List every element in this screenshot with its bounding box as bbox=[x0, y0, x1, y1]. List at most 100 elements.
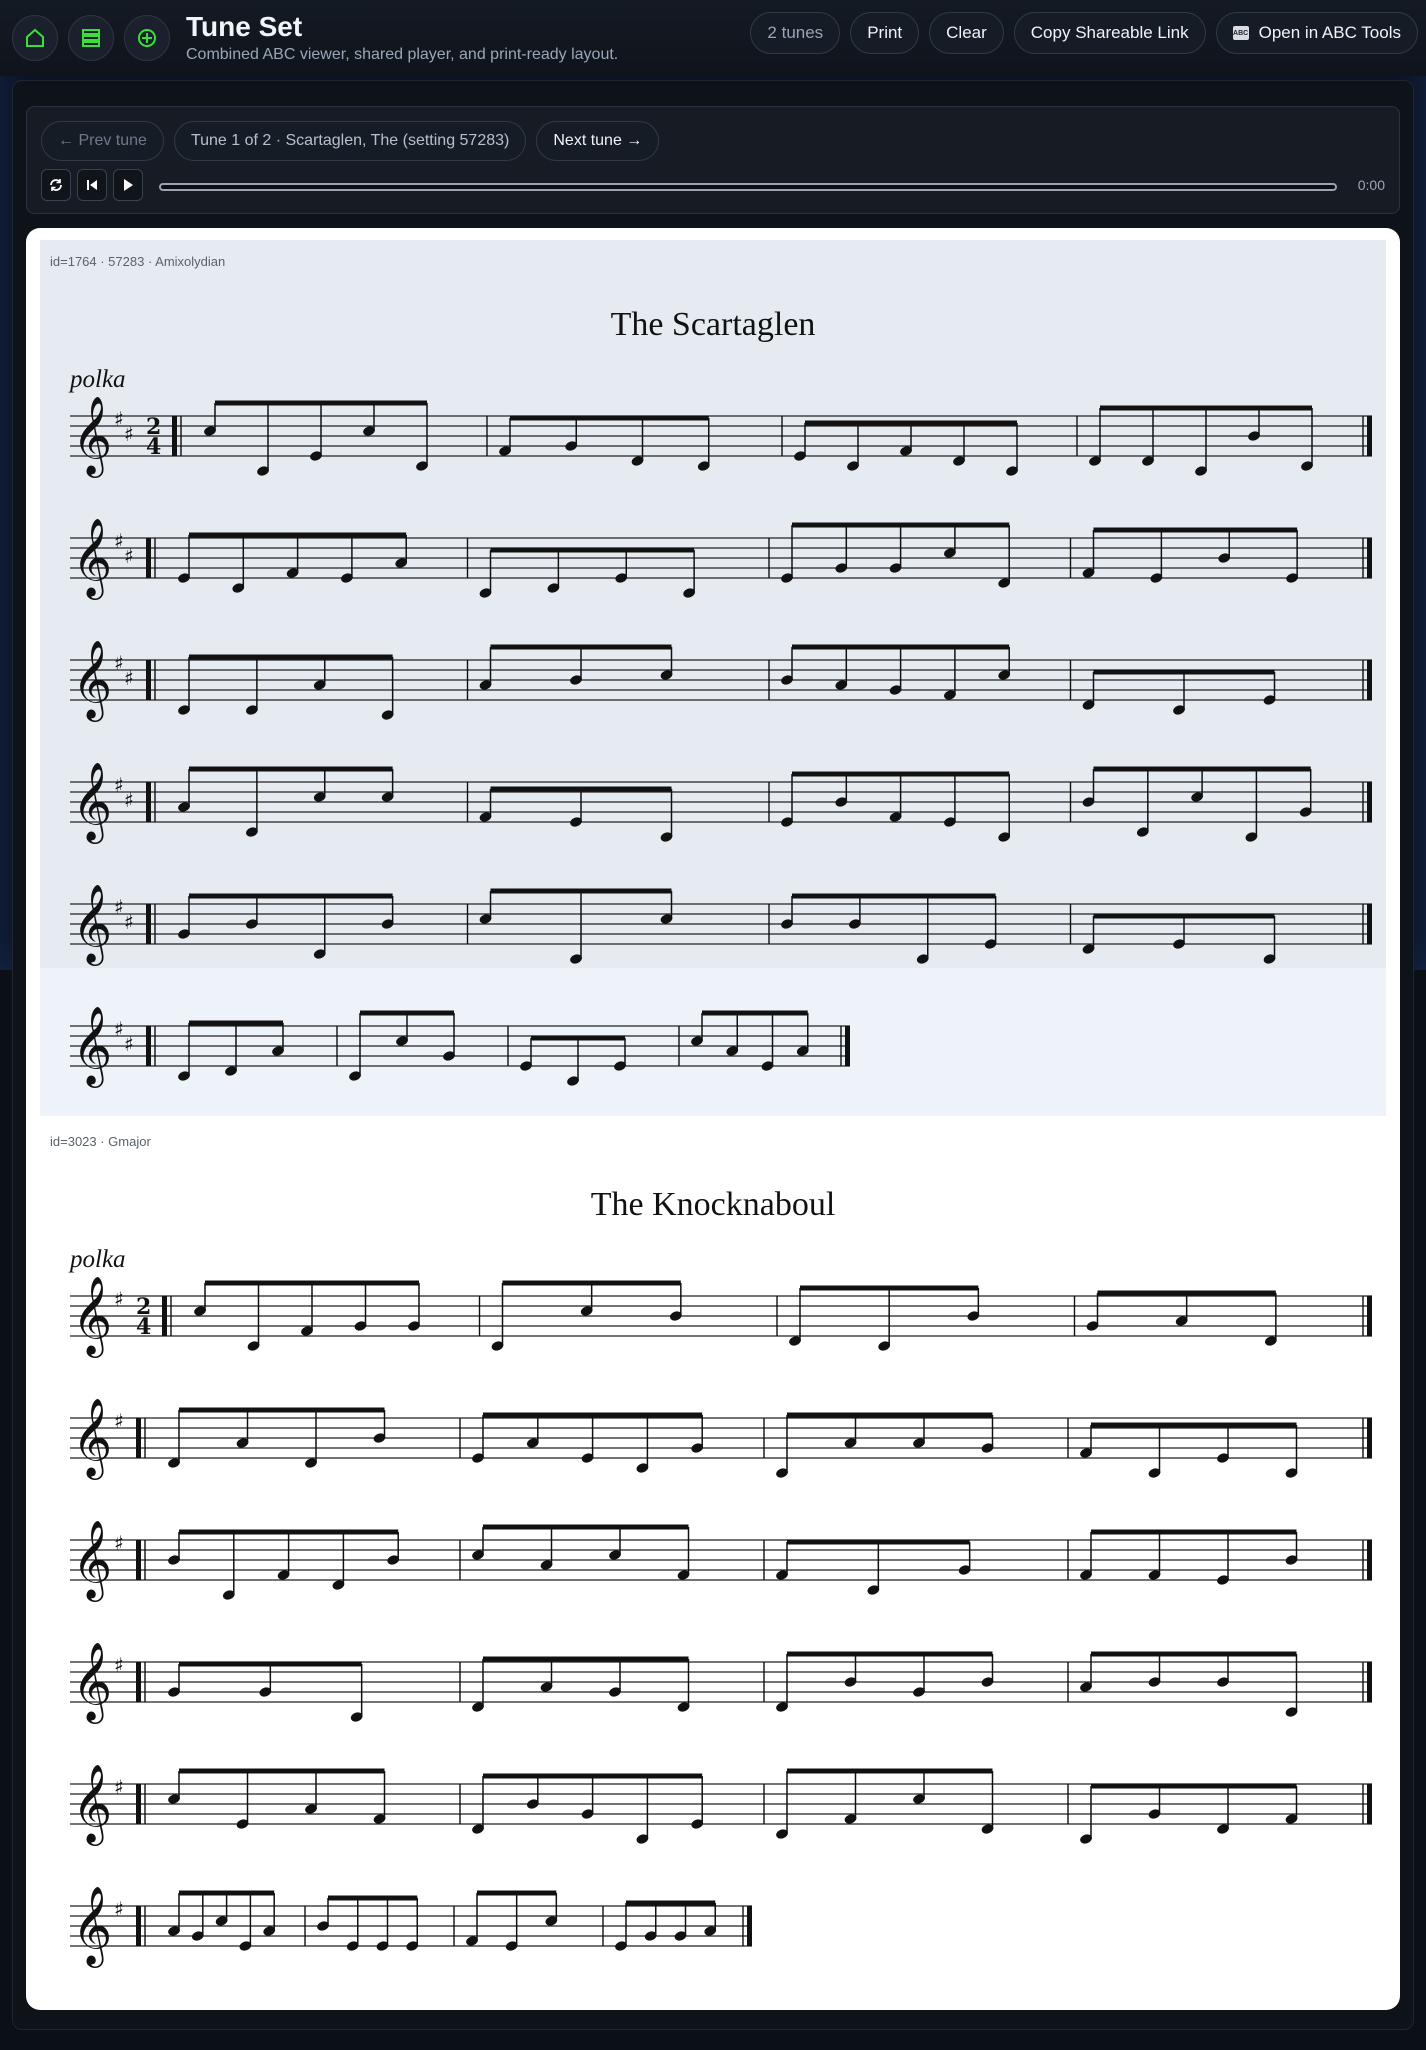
loop-icon bbox=[50, 179, 62, 191]
clear-button[interactable]: Clear bbox=[929, 12, 1004, 54]
treble-clef: 𝄞 bbox=[72, 640, 112, 722]
end-bar bbox=[1367, 782, 1372, 822]
key-sharp: ♯ bbox=[114, 1017, 124, 1041]
treble-clef: 𝄞 bbox=[72, 1006, 112, 1088]
staff-system: 𝄞 ♯♯ 24 bbox=[70, 396, 1372, 478]
app-subtitle: Combined ABC viewer, shared player, and … bbox=[186, 46, 619, 64]
treble-clef: 𝄞 bbox=[72, 518, 112, 600]
repeat-bar bbox=[136, 1662, 141, 1702]
tune-2-title: The Knocknaboul bbox=[590, 1186, 836, 1223]
treble-clef: 𝄞 bbox=[72, 1764, 112, 1846]
time-signature: 4 bbox=[146, 434, 161, 460]
key-sharp: ♯ bbox=[114, 1409, 124, 1433]
tune-2[interactable]: 𝄞 ♯ 2 4 𝄞 ♯ 𝄞 ♯ 𝄞 ♯ 𝄞 ♯ 𝄞 ♯ id=3023 · Gmajor The Knoc… bbox=[40, 1120, 1386, 1990]
staff-system: 𝄞 ♯ 24 bbox=[70, 1276, 1372, 1358]
end-bar bbox=[1367, 1540, 1372, 1580]
treble-clef: 𝄞 bbox=[72, 1276, 112, 1358]
abc-tools-icon: ABC bbox=[1232, 26, 1249, 40]
app-title: Tune Set bbox=[186, 10, 303, 42]
playback-progress-bar[interactable] bbox=[159, 183, 1337, 191]
prev-tune-button[interactable]: ← Prev tune bbox=[41, 121, 164, 161]
play-button[interactable] bbox=[113, 169, 143, 201]
print-button[interactable]: Print bbox=[850, 12, 920, 54]
repeat-bar bbox=[146, 538, 151, 578]
copy-link-button[interactable]: Copy Shareable Link bbox=[1013, 12, 1206, 54]
key-sharp: ♯ bbox=[114, 1897, 124, 1921]
staff-system: 𝄞 ♯♯ bbox=[70, 1006, 850, 1088]
repeat-bar bbox=[136, 1784, 141, 1824]
restart-button[interactable] bbox=[77, 169, 107, 201]
key-sharp: ♯ bbox=[124, 544, 134, 568]
end-bar bbox=[1367, 1418, 1372, 1458]
key-sharp: ♯ bbox=[114, 1653, 124, 1677]
title-block: Tune Set Combined ABC viewer, shared pla… bbox=[186, 10, 619, 65]
repeat-bar bbox=[136, 1906, 141, 1946]
tune-2-notation: 𝄞 ♯ 24𝄞 ♯𝄞 ♯𝄞 ♯𝄞 ♯𝄞 ♯ bbox=[70, 1276, 1372, 1968]
treble-clef: 𝄞 bbox=[72, 1642, 112, 1724]
repeat-bar bbox=[146, 904, 151, 944]
treble-clef: 𝄞 bbox=[72, 1398, 112, 1480]
player-controls bbox=[41, 169, 143, 201]
tune-1-meta: id=1764 · 57283 · Amixolydian bbox=[50, 254, 226, 269]
tune-2-tempo: polka bbox=[70, 1246, 126, 1273]
treble-clef: 𝄞 bbox=[72, 1886, 112, 1968]
key-sharp: ♯ bbox=[114, 773, 124, 797]
key-sharp: ♯ bbox=[124, 1032, 134, 1056]
repeat-bar bbox=[136, 1418, 141, 1458]
end-bar bbox=[1367, 416, 1372, 456]
key-sharp: ♯ bbox=[124, 422, 134, 446]
header-actions: 2 tunes Print Clear Copy Shareable Link … bbox=[750, 12, 1418, 54]
list-button[interactable] bbox=[68, 15, 114, 61]
treble-clef: 𝄞 bbox=[72, 884, 112, 966]
key-sharp: ♯ bbox=[114, 407, 124, 431]
staff-system: 𝄞 ♯♯ bbox=[70, 640, 1372, 722]
staff-system: 𝄞 ♯♯ bbox=[70, 518, 1372, 600]
key-sharp: ♯ bbox=[114, 895, 124, 919]
add-icon bbox=[138, 29, 156, 47]
repeat-bar bbox=[146, 782, 151, 822]
tune-2-meta: id=3023 · Gmajor bbox=[50, 1134, 151, 1149]
repeat-bar bbox=[146, 1026, 151, 1066]
key-sharp: ♯ bbox=[124, 910, 134, 934]
treble-clef: 𝄞 bbox=[72, 396, 112, 478]
tune-1-title: The Scartaglen bbox=[610, 306, 816, 343]
end-bar bbox=[1367, 904, 1372, 944]
add-button[interactable] bbox=[124, 15, 170, 61]
tune-1[interactable]: 𝄞 ♯ ♯ 2 4 𝄞 ♯ ♯ 𝄞 ♯ ♯ 𝄞 ♯ ♯ 𝄞 ♯ ♯ 𝄞 ♯ ♯ id=1764 · 57283 · A… bbox=[40, 240, 1386, 1116]
current-tune-label: Tune 1 of 2 · Scartaglen, The (setting 5… bbox=[173, 121, 527, 161]
treble-clef: 𝄞 bbox=[72, 762, 112, 844]
key-sharp: ♯ bbox=[114, 1287, 124, 1311]
end-bar bbox=[1367, 1296, 1372, 1336]
open-abc-tools-button[interactable]: ABC Open in ABC Tools bbox=[1215, 12, 1418, 54]
score-sheet: 𝄞 ♯ ♯ 2 4 𝄞 ♯ ♯ 𝄞 ♯ ♯ 𝄞 ♯ ♯ 𝄞 ♯ ♯ 𝄞 ♯ ♯ id=1764 · 57283 · A… bbox=[26, 228, 1400, 2010]
staff-system: 𝄞 ♯ bbox=[70, 1886, 752, 1968]
loop-button[interactable] bbox=[41, 169, 71, 201]
staff-system: 𝄞 ♯ bbox=[70, 1520, 1372, 1602]
time-signature: 4 bbox=[136, 1314, 151, 1340]
list-icon bbox=[82, 29, 100, 47]
nav-icons bbox=[12, 15, 170, 61]
tune-count-badge: 2 tunes bbox=[750, 12, 841, 54]
player-panel: ← Prev tune Tune 1 of 2 · Scartaglen, Th… bbox=[26, 106, 1400, 214]
key-sharp: ♯ bbox=[114, 1775, 124, 1799]
key-sharp: ♯ bbox=[114, 1531, 124, 1555]
staff-system: 𝄞 ♯ bbox=[70, 1642, 1372, 1724]
end-bar bbox=[1367, 660, 1372, 700]
open-abc-tools-label: Open in ABC Tools bbox=[1258, 23, 1401, 42]
tune-1-notation: 𝄞 ♯♯ 24𝄞 ♯♯𝄞 ♯♯𝄞 ♯♯𝄞 ♯♯𝄞 ♯♯ bbox=[70, 396, 1372, 1088]
staff-system: 𝄞 ♯ bbox=[70, 1398, 1372, 1480]
end-bar bbox=[845, 1026, 850, 1066]
key-sharp: ♯ bbox=[114, 529, 124, 553]
play-icon bbox=[124, 179, 133, 191]
tune-1-tempo: polka bbox=[70, 366, 126, 393]
end-bar bbox=[1367, 538, 1372, 578]
next-tune-button[interactable]: Next tune → bbox=[536, 121, 660, 161]
repeat-bar bbox=[172, 416, 177, 456]
key-sharp: ♯ bbox=[124, 666, 134, 690]
repeat-bar bbox=[162, 1296, 167, 1336]
repeat-bar bbox=[146, 660, 151, 700]
playback-time: 0:00 bbox=[1357, 177, 1385, 193]
home-icon bbox=[26, 28, 44, 47]
staff-system: 𝄞 ♯♯ bbox=[70, 762, 1372, 844]
home-button[interactable] bbox=[12, 15, 58, 61]
